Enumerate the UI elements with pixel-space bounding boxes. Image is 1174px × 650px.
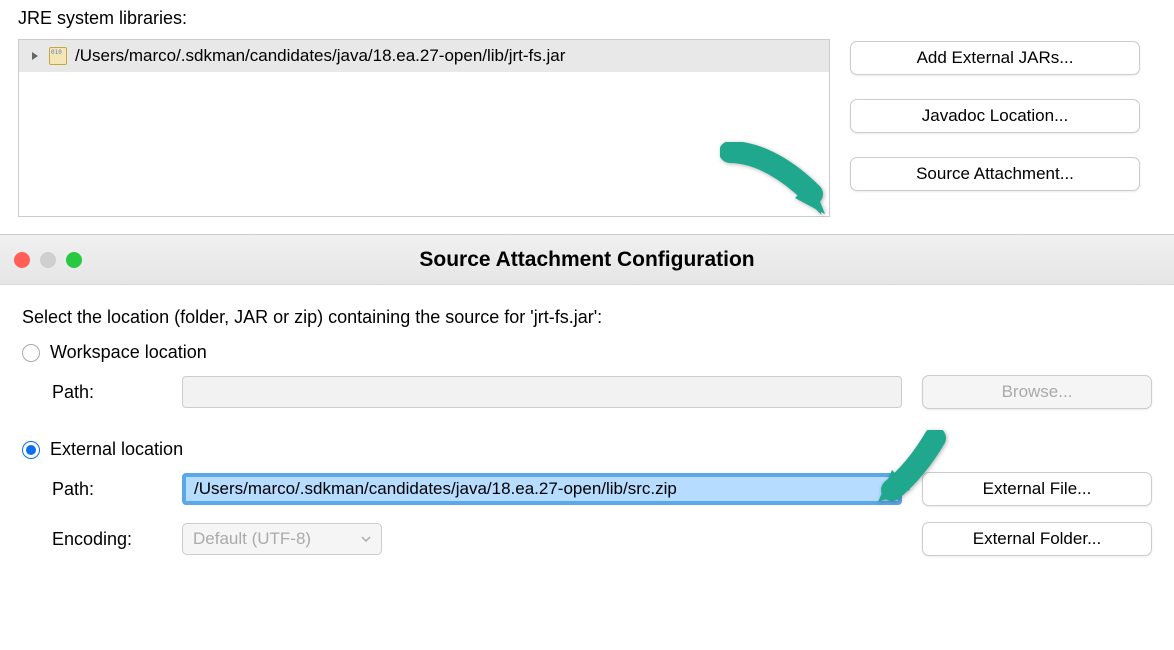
jre-tree-panel[interactable]: /Users/marco/.sdkman/candidates/java/18.… [18, 39, 830, 217]
chevron-down-icon [361, 529, 371, 549]
jre-libraries-label: JRE system libraries: [18, 8, 1156, 29]
external-path-input[interactable] [182, 473, 902, 505]
encoding-select[interactable]: Default (UTF-8) [182, 523, 382, 555]
workspace-location-radio[interactable] [22, 344, 40, 362]
external-location-radio-row[interactable]: External location [22, 439, 1152, 460]
maximize-icon[interactable] [66, 252, 82, 268]
source-attachment-button[interactable]: Source Attachment... [850, 157, 1140, 191]
add-external-jars-button[interactable]: Add External JARs... [850, 41, 1140, 75]
jar-icon [49, 47, 67, 65]
close-icon[interactable] [14, 252, 30, 268]
external-location-radio[interactable] [22, 441, 40, 459]
external-folder-button[interactable]: External Folder... [922, 522, 1152, 556]
arrow-annotation-icon [720, 142, 850, 230]
chevron-right-icon[interactable] [29, 50, 41, 62]
tree-item-label: /Users/marco/.sdkman/candidates/java/18.… [75, 46, 565, 66]
dialog-instruction: Select the location (folder, JAR or zip)… [22, 307, 1152, 328]
encoding-label: Encoding: [52, 529, 182, 550]
workspace-path-input [182, 376, 902, 408]
encoding-value: Default (UTF-8) [193, 529, 311, 549]
workspace-location-label: Workspace location [50, 342, 207, 363]
dialog-title: Source Attachment Configuration [14, 248, 1160, 272]
dialog-titlebar[interactable]: Source Attachment Configuration [0, 235, 1174, 285]
minimize-icon [40, 252, 56, 268]
browse-button: Browse... [922, 375, 1152, 409]
arrow-annotation-icon [870, 430, 960, 518]
workspace-location-radio-row[interactable]: Workspace location [22, 342, 1152, 363]
javadoc-location-button[interactable]: Javadoc Location... [850, 99, 1140, 133]
external-location-label: External location [50, 439, 183, 460]
external-path-label: Path: [52, 479, 182, 500]
tree-row-jrt-fs[interactable]: /Users/marco/.sdkman/candidates/java/18.… [19, 40, 829, 72]
workspace-path-label: Path: [52, 382, 182, 403]
source-attachment-dialog: Source Attachment Configuration Select t… [0, 234, 1174, 650]
